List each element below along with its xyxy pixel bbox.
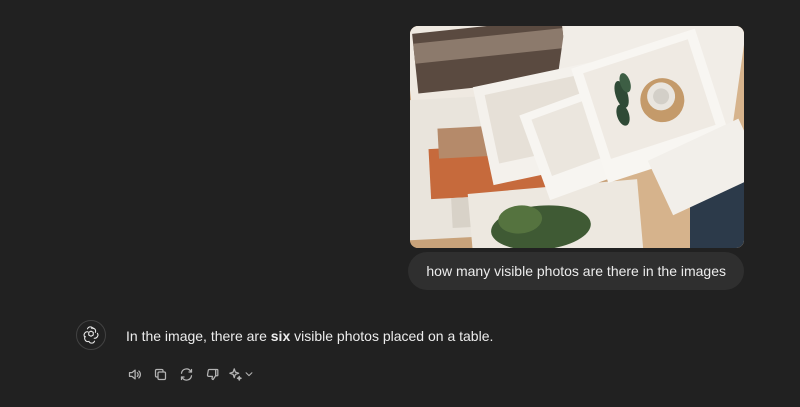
read-aloud-button[interactable] xyxy=(124,364,144,384)
attached-image[interactable] xyxy=(410,26,744,248)
assistant-avatar xyxy=(76,320,106,350)
sparkle-icon xyxy=(229,367,242,381)
copy-icon xyxy=(154,368,166,380)
assistant-text-after: visible photos placed on a table. xyxy=(290,328,494,344)
copy-button[interactable] xyxy=(150,364,170,384)
regenerate-button[interactable] xyxy=(176,364,196,384)
assistant-message: In the image, there are six visible phot… xyxy=(126,326,493,346)
assistant-text-emphasis: six xyxy=(270,328,291,344)
change-model-button[interactable] xyxy=(228,364,254,384)
bad-response-button[interactable] xyxy=(202,364,222,384)
speaker-icon xyxy=(128,369,141,379)
chat-page: how many visible photos are there in the… xyxy=(0,0,800,407)
user-message: how many visible photos are there in the… xyxy=(408,252,744,290)
photo-thumbnail xyxy=(410,26,744,248)
openai-logo-icon xyxy=(83,326,99,344)
message-actions xyxy=(124,364,254,384)
thumbs-down-icon xyxy=(206,368,218,380)
refresh-icon xyxy=(180,367,192,381)
chevron-down-icon xyxy=(245,372,253,377)
assistant-text-before: In the image, there are xyxy=(126,328,271,344)
